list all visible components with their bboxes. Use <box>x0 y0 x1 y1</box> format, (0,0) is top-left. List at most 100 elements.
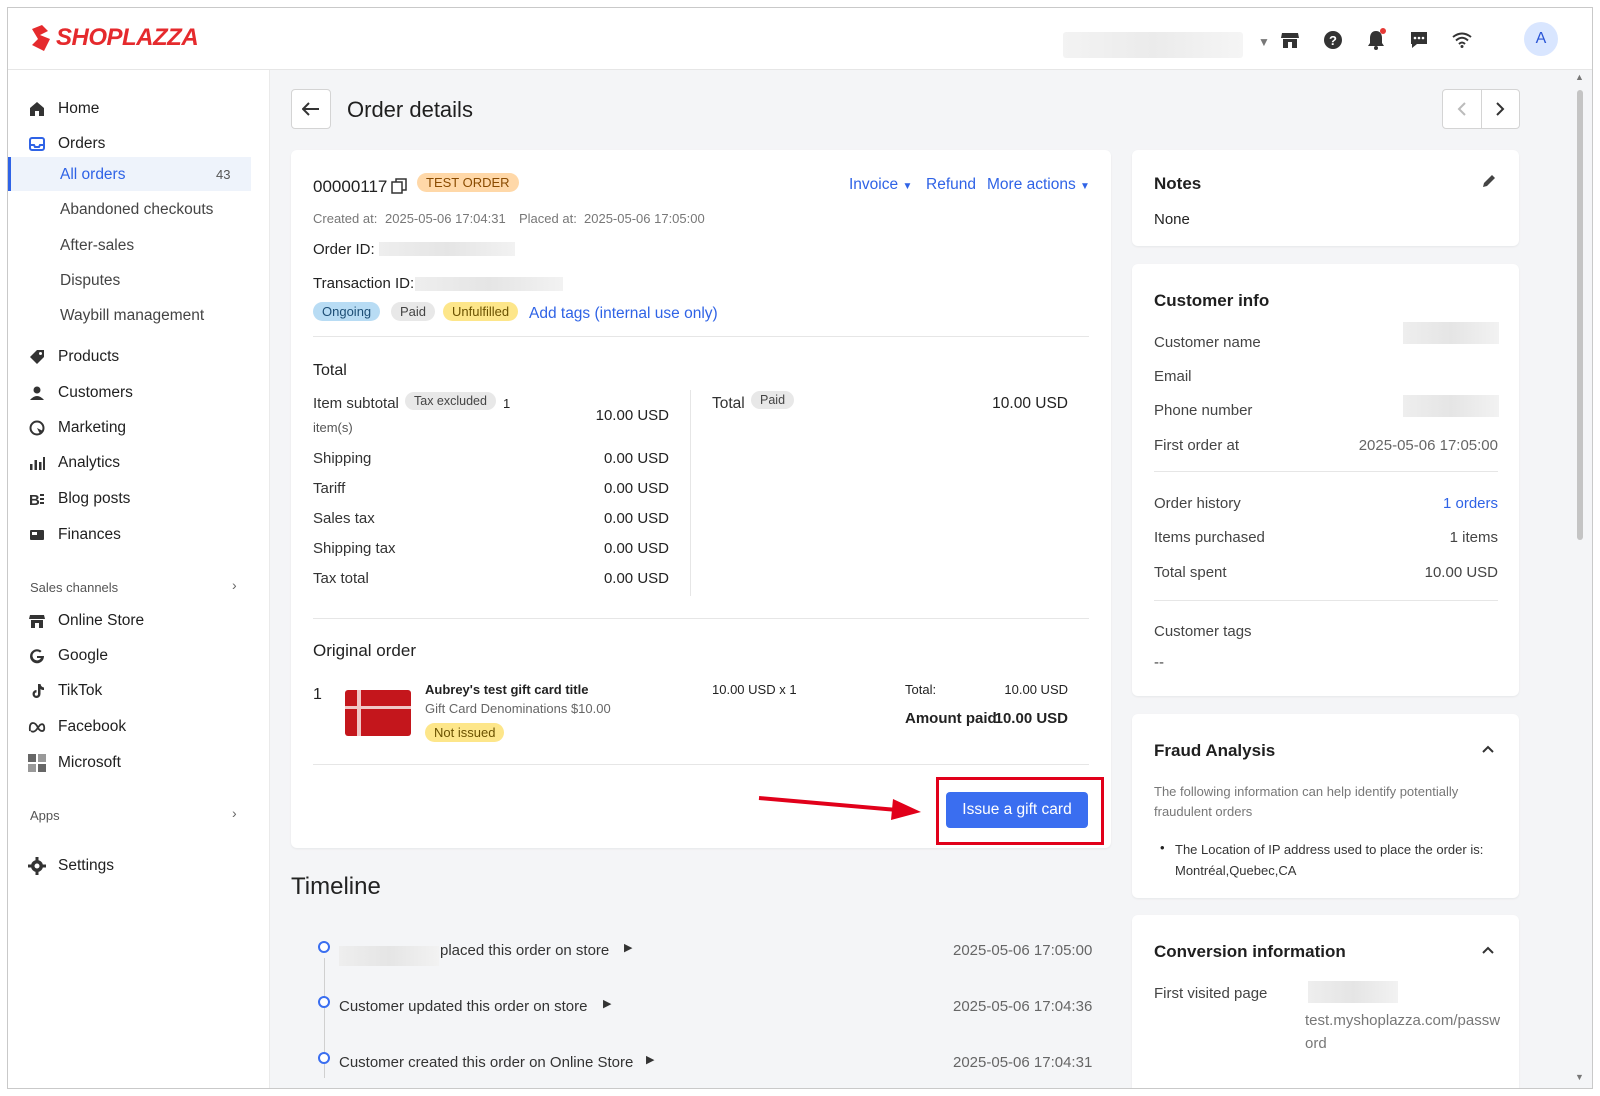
add-tags-link[interactable]: Add tags (internal use only) <box>529 305 718 323</box>
page-title: Order details <box>347 97 473 122</box>
sidebar-item-products[interactable]: Products <box>28 342 119 372</box>
first-order-label: First order at <box>1154 437 1240 454</box>
tax-total-value: 0.00 USD <box>603 570 669 587</box>
order-history-link[interactable]: 1 orders <box>1372 495 1498 512</box>
refund-link[interactable]: Refund <box>926 176 976 194</box>
sidebar-item-settings[interactable]: Settings <box>28 851 114 881</box>
chat-icon[interactable] <box>1407 28 1431 52</box>
sidebar-item-label: Finances <box>58 526 121 543</box>
sidebar-item-analytics[interactable]: Analytics <box>28 448 120 478</box>
tiktok-icon <box>28 682 46 700</box>
pencil-icon[interactable] <box>1482 174 1496 192</box>
line-item-title[interactable]: Aubrey's test gift card title <box>425 682 588 697</box>
next-order-button[interactable] <box>1482 90 1520 128</box>
sidebar-item-label: Customers <box>58 384 133 401</box>
sidebar-item-finances[interactable]: Finances <box>28 520 121 550</box>
sidebar-item-label: TikTok <box>58 682 103 699</box>
sidebar-item-facebook[interactable]: Facebook <box>28 712 126 742</box>
sidebar-item-waybill[interactable]: Waybill management <box>60 307 204 325</box>
grand-total-value: 10.00 USD <box>992 395 1068 412</box>
phone-label: Phone number <box>1154 402 1253 419</box>
phone-redacted <box>1403 395 1499 417</box>
timeline-event-time: 2025-05-06 17:05:00 <box>953 942 1093 959</box>
timeline-event-text[interactable]: placed this order on store <box>440 942 609 959</box>
line-item-price-qty: 10.00 USD x 1 <box>712 682 797 697</box>
created-at-value: 2025-05-06 17:04:31 <box>385 211 506 226</box>
vertical-divider <box>690 390 691 596</box>
divider <box>313 764 1089 765</box>
first-visited-page-value[interactable]: test.myshoplazza.com/password <box>1305 1009 1505 1055</box>
marketing-icon <box>28 419 46 437</box>
amount-paid-value: 10.00 USD <box>994 710 1068 727</box>
copy-icon[interactable] <box>391 178 407 198</box>
apps-label[interactable]: Apps <box>30 808 60 823</box>
svg-text:B: B <box>29 492 40 507</box>
timeline-event-text[interactable]: Customer created this order on Online St… <box>339 1054 633 1071</box>
sidebar-item-disputes[interactable]: Disputes <box>60 272 120 290</box>
item-subtotal-label: Item subtotal <box>313 395 399 412</box>
avatar[interactable]: A <box>1524 22 1558 56</box>
store-icon[interactable] <box>1278 28 1302 52</box>
sidebar-item-after-sales[interactable]: After-sales <box>60 237 134 255</box>
scroll-down-icon[interactable]: ▼ <box>1575 1072 1584 1082</box>
sidebar-item-label: Analytics <box>58 454 121 471</box>
sidebar-item-all-orders[interactable]: All orders <box>60 166 125 184</box>
store-selector[interactable] <box>1063 32 1243 58</box>
shoplazza-logo[interactable]: SHOPLAZZA <box>28 24 199 52</box>
placed-at-value: 2025-05-06 17:05:00 <box>584 211 705 226</box>
issue-gift-card-button[interactable]: Issue a gift card <box>946 792 1088 828</box>
test-order-badge: TEST ORDER <box>417 173 519 192</box>
brand-name: SHOPLAZZA <box>56 24 199 51</box>
order-id-label: Order ID: <box>313 241 375 258</box>
sidebar-item-home[interactable]: Home <box>28 94 99 124</box>
chevron-right-icon[interactable]: › <box>232 805 237 821</box>
help-icon[interactable]: ? <box>1321 28 1345 52</box>
more-actions-dropdown[interactable]: More actions ▼ <box>987 176 1090 194</box>
scrollbar-thumb[interactable] <box>1577 90 1583 540</box>
all-orders-count: 43 <box>216 167 231 182</box>
not-issued-badge: Not issued <box>425 723 505 742</box>
chevron-right-icon[interactable]: › <box>232 577 237 593</box>
previous-order-button[interactable] <box>1443 90 1482 128</box>
tax-excluded-badge: Tax excluded <box>405 392 496 410</box>
sidebar-item-abandoned-checkouts[interactable]: Abandoned checkouts <box>60 201 213 219</box>
wifi-icon[interactable] <box>1450 28 1474 52</box>
timeline-event-text[interactable]: Customer updated this order on store <box>339 998 587 1015</box>
customer-info-title: Customer info <box>1154 291 1270 310</box>
back-button[interactable] <box>291 89 331 129</box>
chevron-up-icon[interactable] <box>1482 740 1494 757</box>
timeline-event-time: 2025-05-06 17:04:36 <box>953 998 1093 1015</box>
sidebar-item-microsoft[interactable]: Microsoft <box>28 748 121 778</box>
tag-icon <box>28 348 46 366</box>
order-id-redacted <box>379 242 515 256</box>
caret-right-icon[interactable]: ▶ <box>646 1053 654 1066</box>
line-item-index: 1 <box>313 686 322 703</box>
chevron-up-icon[interactable] <box>1482 941 1494 958</box>
chevron-down-icon[interactable]: ▼ <box>1258 35 1270 49</box>
shipping-label: Shipping <box>313 450 372 467</box>
items-purchased-label: Items purchased <box>1154 529 1265 546</box>
tariff-value: 0.00 USD <box>603 480 669 497</box>
scroll-up-icon[interactable]: ▲ <box>1575 72 1584 82</box>
sidebar-item-marketing[interactable]: Marketing <box>28 413 126 443</box>
sales-channels-label[interactable]: Sales channels <box>30 580 118 595</box>
first-order-value: 2025-05-06 17:05:00 <box>1358 437 1498 454</box>
sidebar-item-google[interactable]: Google <box>28 641 108 671</box>
sidebar-item-orders[interactable]: Orders <box>28 129 105 159</box>
conversion-info-card: Conversion information First visited pag… <box>1132 915 1519 1088</box>
sidebar-item-blog-posts[interactable]: B Blog posts <box>28 484 130 514</box>
caret-right-icon[interactable]: ▶ <box>603 997 611 1010</box>
created-at-label: Created at: <box>313 211 378 226</box>
shoplazza-logo-icon <box>32 25 50 51</box>
email-label: Email <box>1154 368 1192 385</box>
annotation-arrow <box>758 796 921 820</box>
bell-icon[interactable] <box>1364 28 1388 52</box>
invoice-dropdown[interactable]: Invoice ▼ <box>849 176 912 194</box>
fraud-analysis-item: The Location of IP address used to place… <box>1175 842 1484 878</box>
caret-right-icon[interactable]: ▶ <box>624 941 632 954</box>
sidebar-item-online-store[interactable]: Online Store <box>28 606 144 636</box>
sidebar-item-customers[interactable]: Customers <box>28 378 133 408</box>
transaction-id-label: Transaction ID: <box>313 275 415 292</box>
items-count: 1 <box>503 396 511 411</box>
sidebar-item-tiktok[interactable]: TikTok <box>28 676 102 706</box>
